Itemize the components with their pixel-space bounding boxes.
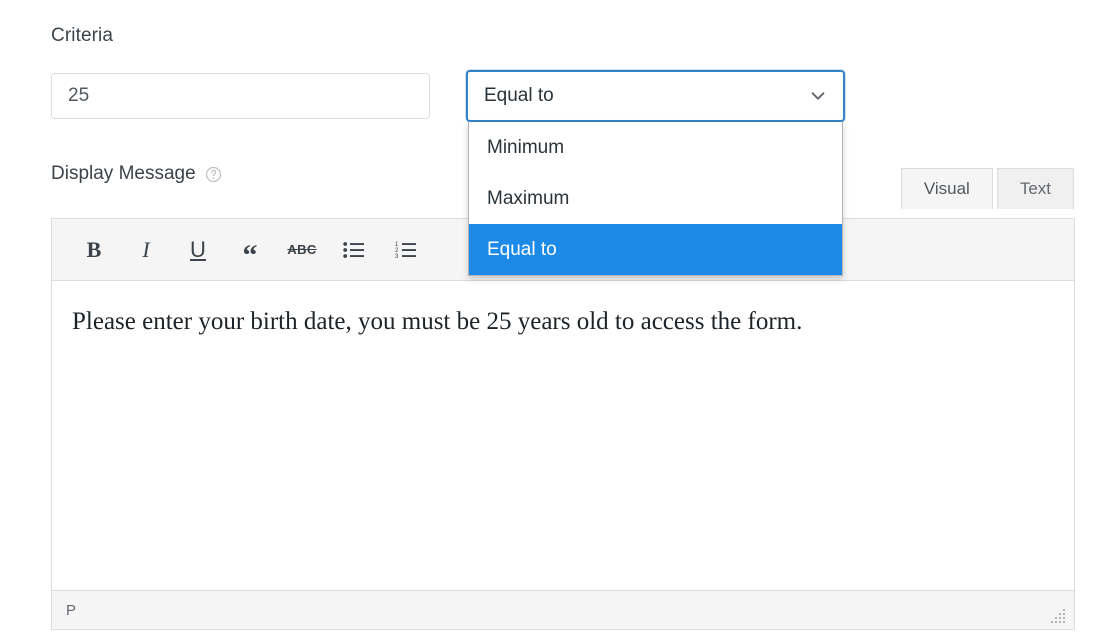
italic-icon[interactable]: I	[120, 227, 172, 273]
editor-status-bar: P	[52, 590, 1074, 629]
element-path: P	[66, 601, 77, 619]
resize-handle-icon[interactable]	[1050, 606, 1068, 624]
editor-mode-tabs[interactable]: Visual Text	[897, 168, 1074, 209]
editor-paragraph[interactable]: Please enter your birth date, you must b…	[72, 303, 1054, 341]
criteria-label: Criteria	[51, 25, 114, 46]
strikethrough-icon[interactable]: ABC	[276, 227, 328, 273]
question-circle-icon[interactable]	[205, 166, 222, 183]
display-message-label-group: Display Message	[51, 163, 222, 185]
comparison-select[interactable]: Equal to	[466, 70, 845, 122]
comparison-select-value: Equal to	[484, 85, 554, 106]
option-maximum[interactable]: Maximum	[469, 173, 842, 224]
rich-text-editor: B I U “ ABC 1 2 3 Please enter your birt…	[51, 218, 1075, 630]
option-equal-to[interactable]: Equal to	[469, 224, 842, 275]
comparison-select-dropdown[interactable]: Minimum Maximum Equal to	[468, 122, 843, 276]
unordered-list-icon[interactable]	[328, 227, 380, 273]
blockquote-icon[interactable]: “	[224, 227, 276, 273]
option-minimum[interactable]: Minimum	[469, 122, 842, 173]
underline-icon[interactable]: U	[172, 227, 224, 273]
display-message-label: Display Message	[51, 163, 196, 184]
svg-text:3: 3	[395, 254, 399, 259]
editor-content-area[interactable]: Please enter your birth date, you must b…	[52, 281, 1074, 591]
tab-visual[interactable]: Visual	[900, 168, 993, 209]
ordered-list-icon[interactable]: 1 2 3	[380, 227, 432, 273]
chevron-down-icon	[809, 87, 827, 105]
tab-text[interactable]: Text	[996, 168, 1074, 209]
settings-panel: Criteria Equal to Minimum Maximum Equal …	[0, 0, 1116, 636]
criteria-input[interactable]	[51, 73, 430, 119]
bold-icon[interactable]: B	[68, 227, 120, 273]
